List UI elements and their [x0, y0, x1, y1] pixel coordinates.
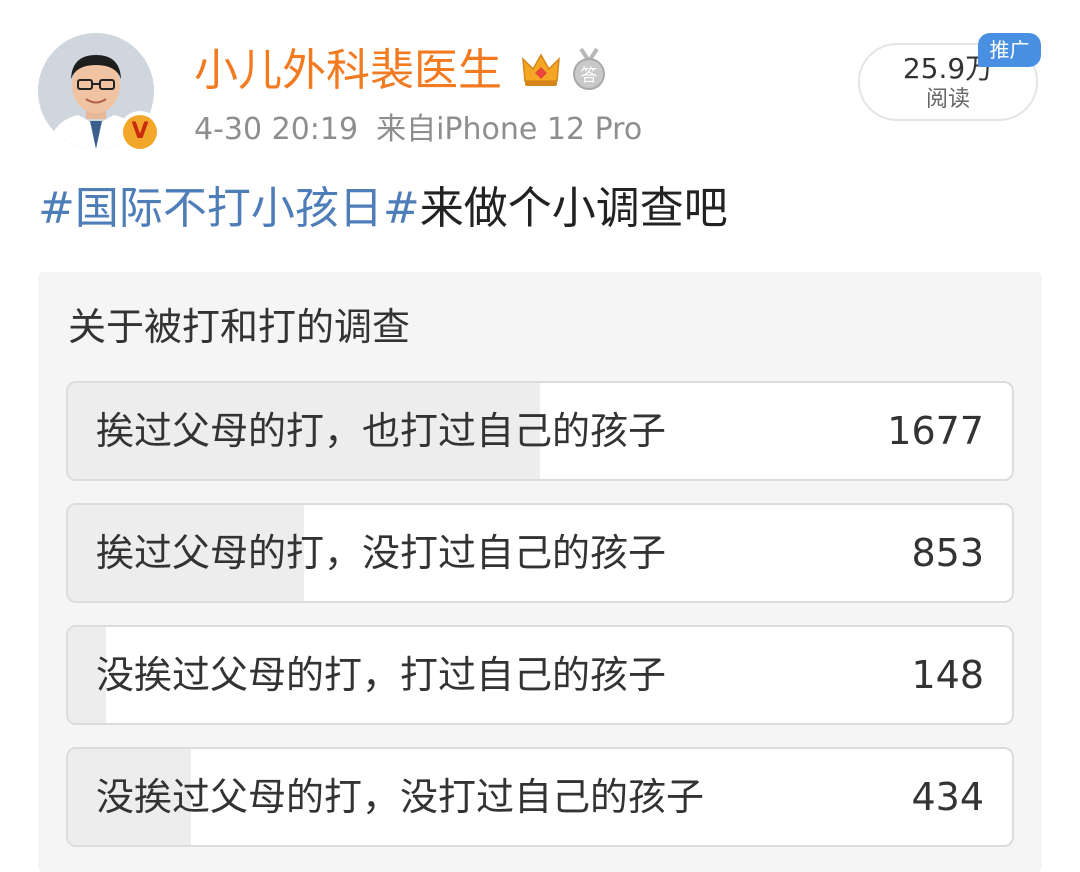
poll-option[interactable]: 挨过父母的打，也打过自己的孩子 1677 [66, 381, 1014, 481]
post-date: 4-30 20:19 [194, 112, 359, 147]
poll-option[interactable]: 没挨过父母的打，没打过自己的孩子 434 [66, 747, 1014, 847]
poll-option-votes: 1677 [887, 409, 984, 453]
poll-option-votes: 853 [911, 531, 984, 575]
poll-option-label: 没挨过父母的打，没打过自己的孩子 [96, 775, 705, 819]
promo-badge: 推广 [978, 33, 1041, 67]
post-source: 来自iPhone 12 Pro [376, 112, 643, 147]
poll-title: 关于被打和打的调查 [68, 305, 411, 349]
svg-text:答: 答 [581, 66, 598, 86]
poll-card: 关于被打和打的调查 挨过父母的打，也打过自己的孩子 1677 挨过父母的打，没打… [38, 272, 1042, 872]
author-name[interactable]: 小儿外科裴医生 [194, 42, 502, 100]
poll-option-label: 没挨过父母的打，打过自己的孩子 [96, 653, 667, 697]
topic-link[interactable]: #国际不打小孩日# [38, 183, 420, 234]
post-body: 来做个小调查吧 [419, 183, 728, 234]
post-text: #国际不打小孩日#来做个小调查吧 [38, 181, 728, 237]
poll-option-label: 挨过父母的打，没打过自己的孩子 [96, 531, 667, 575]
crown-icon[interactable] [519, 47, 563, 91]
poll-option-votes: 434 [911, 775, 984, 819]
medal-icon[interactable]: 答 [569, 47, 609, 91]
poll-option-label: 挨过父母的打，也打过自己的孩子 [96, 409, 667, 453]
poll-option-votes: 148 [911, 653, 984, 697]
poll-option[interactable]: 挨过父母的打，没打过自己的孩子 853 [66, 503, 1014, 603]
read-unit: 阅读 [925, 87, 970, 112]
post-meta: 4-30 20:19 来自iPhone 12 Pro [194, 110, 642, 150]
poll-option[interactable]: 没挨过父母的打，打过自己的孩子 148 [66, 625, 1014, 725]
verified-v-icon: V [119, 111, 161, 153]
